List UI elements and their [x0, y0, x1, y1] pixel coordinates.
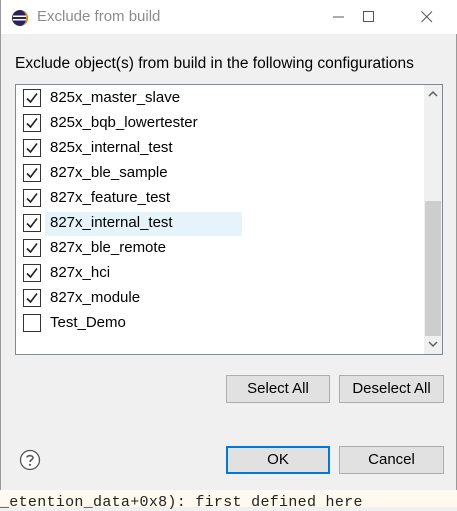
help-button[interactable] — [19, 449, 41, 471]
configuration-row[interactable]: 827x_ble_remote — [16, 237, 426, 261]
configuration-checkbox[interactable] — [23, 314, 41, 332]
maximize-button[interactable] — [346, 0, 392, 34]
configuration-checkbox[interactable] — [23, 164, 41, 182]
checkmark-icon — [26, 193, 38, 204]
configuration-label: 827x_ble_sample — [50, 164, 168, 181]
configuration-row[interactable]: 827x_hci — [16, 262, 426, 286]
configuration-checkbox[interactable] — [23, 239, 41, 257]
maximize-icon — [363, 11, 374, 22]
help-icon — [19, 449, 41, 471]
configuration-row[interactable]: 827x_feature_test — [16, 187, 426, 211]
configuration-row[interactable]: 825x_bqb_lowertester — [16, 112, 426, 136]
select-all-button[interactable]: Select All — [226, 375, 330, 403]
checkmark-icon — [26, 168, 38, 179]
minimize-icon — [333, 16, 344, 18]
configuration-row[interactable]: Test_Demo — [16, 312, 426, 336]
ok-button[interactable]: OK — [226, 446, 330, 474]
configuration-row[interactable]: 827x_internal_test — [16, 212, 426, 236]
configuration-label: 827x_feature_test — [50, 189, 171, 206]
checkmark-icon — [26, 243, 38, 254]
deselect-all-button[interactable]: Deselect All — [339, 375, 444, 403]
background-console-text: _etention_data+0x8): first defined here — [0, 494, 363, 511]
configuration-label: 825x_internal_test — [50, 139, 173, 156]
configuration-row[interactable]: 827x_ble_sample — [16, 162, 426, 186]
exclude-from-build-dialog: Exclude from build Exclude object(s) fro… — [0, 0, 457, 491]
checkmark-icon — [26, 218, 38, 229]
configuration-row[interactable]: 827x_module — [16, 287, 426, 311]
configuration-label: 825x_master_slave — [50, 89, 181, 106]
checkmark-icon — [26, 143, 38, 154]
checkmark-icon — [26, 93, 38, 104]
dialog-prompt: Exclude object(s) from build in the foll… — [15, 55, 414, 72]
checkmark-icon — [26, 118, 38, 129]
configuration-checkbox[interactable] — [23, 114, 41, 132]
scroll-down-button[interactable] — [424, 336, 442, 354]
title-bar: Exclude from build — [1, 0, 457, 34]
configuration-row[interactable]: 825x_master_slave — [16, 87, 426, 111]
eclipse-app-icon — [11, 9, 29, 27]
configuration-checkbox[interactable] — [23, 189, 41, 207]
configuration-checkbox[interactable] — [23, 214, 41, 232]
configuration-label: 827x_hci — [50, 264, 111, 281]
window-title: Exclude from build — [37, 8, 161, 25]
configuration-label: 827x_ble_remote — [50, 239, 166, 256]
chevron-down-icon — [428, 341, 438, 348]
configuration-checkbox[interactable] — [23, 139, 41, 157]
close-button[interactable] — [404, 0, 450, 34]
checkmark-icon — [26, 268, 38, 279]
configuration-checkbox[interactable] — [23, 264, 41, 282]
configuration-checkbox[interactable] — [23, 89, 41, 107]
scroll-up-button[interactable] — [424, 85, 442, 103]
configuration-row[interactable]: 825x_internal_test — [16, 137, 426, 161]
cancel-button[interactable]: Cancel — [339, 446, 444, 474]
configuration-label: Test_Demo — [50, 314, 126, 331]
configuration-label: 825x_bqb_lowertester — [50, 114, 198, 131]
configuration-label: 827x_internal_test — [50, 214, 173, 231]
checkmark-icon — [26, 293, 38, 304]
configuration-label: 827x_module — [50, 289, 141, 306]
close-icon — [421, 11, 433, 23]
configuration-checkbox[interactable] — [23, 289, 41, 307]
scrollbar-thumb[interactable] — [425, 201, 441, 336]
vertical-scrollbar[interactable] — [424, 85, 442, 354]
configuration-list[interactable]: 825x_master_slave 825x_bqb_lowertester 825… — [15, 84, 443, 355]
chevron-up-icon — [428, 90, 438, 97]
